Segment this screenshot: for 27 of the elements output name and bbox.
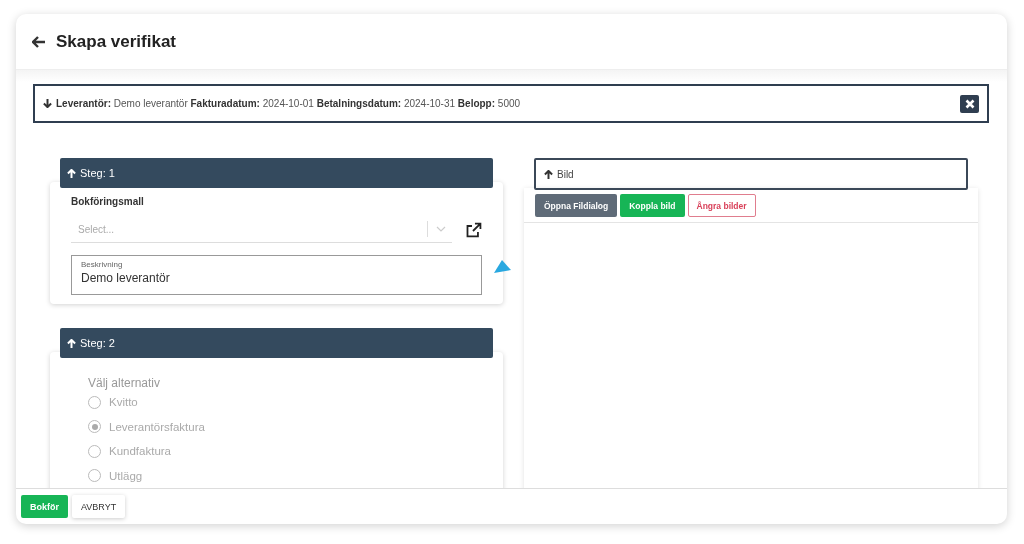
- step-header[interactable]: Steg: 1: [60, 158, 493, 188]
- action-button[interactable]: Ångra bilder: [687, 194, 756, 217]
- image-panel-header[interactable]: Bild: [534, 158, 968, 190]
- up-arrow-icon: [67, 338, 76, 348]
- option-label: Kundfaktura: [109, 445, 171, 458]
- page-title: Skapa verifikat: [56, 31, 176, 52]
- option-label: Kvitto: [109, 396, 138, 409]
- up-arrow-icon: [67, 168, 76, 178]
- option-label: Utlägg: [109, 469, 143, 482]
- step-title: Steg: 2: [80, 337, 115, 349]
- close-icon: [964, 98, 975, 109]
- cursor-icon: [494, 260, 512, 274]
- field-label: Bokföringsmall: [71, 196, 145, 207]
- summary-text: Leverantör: Demo leverantör Fakturadatum: 2024-10-01 Betalningsdatum: 2024-10-31 Belopp: 5000: [56, 98, 522, 109]
- footer-button[interactable]: AVBRYT: [72, 495, 126, 518]
- down-arrow-icon[interactable]: [43, 99, 52, 108]
- up-arrow-icon: [544, 169, 553, 179]
- external-link-icon[interactable]: [466, 221, 482, 238]
- panel-title: Bild: [557, 168, 574, 180]
- chevron-down-icon: [436, 226, 447, 232]
- step-title: Steg: 1: [80, 167, 115, 179]
- back-arrow-icon[interactable]: [32, 35, 46, 48]
- option-label: Leverantörsfaktura: [109, 420, 205, 433]
- action-button[interactable]: Öppna Fildialog: [535, 194, 618, 217]
- description-field[interactable]: Beskrivning Demo leverantör: [71, 255, 482, 295]
- group-label: Välj alternativ: [88, 376, 162, 390]
- close-button[interactable]: [960, 94, 979, 113]
